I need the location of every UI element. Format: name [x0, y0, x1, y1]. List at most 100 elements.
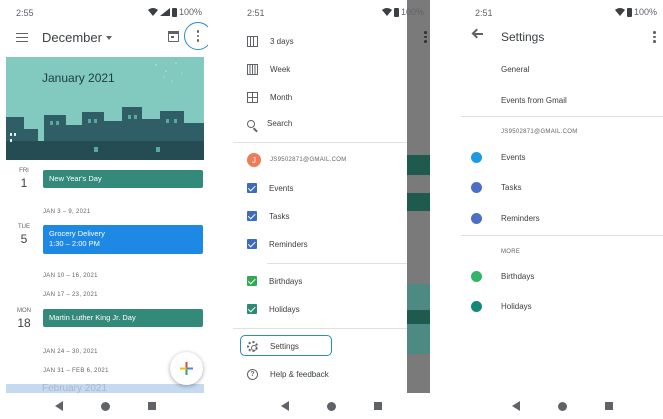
drawer-item-month[interactable]: Month [247, 92, 292, 103]
status-bar: 2:55 100% [2, 0, 208, 22]
calendar-toggle-holidays[interactable]: Holidays [247, 304, 300, 314]
drawer-item-help[interactable]: ? Help & feedback [247, 369, 329, 380]
event-mlk-day[interactable]: Martin Luther King Jr. Day [43, 309, 203, 327]
battery-percent: 100% [633, 7, 657, 17]
recents-icon[interactable] [374, 402, 382, 410]
month-selector[interactable]: December [42, 30, 112, 45]
event-title: Grocery Delivery [49, 229, 105, 238]
week-label: JAN 17 – 23, 2021 [43, 292, 98, 298]
back-icon[interactable] [281, 401, 289, 411]
home-icon[interactable] [100, 401, 110, 411]
home-icon[interactable] [327, 401, 336, 411]
status-time: 2:51 [475, 8, 493, 18]
banner-title: January 2021 [42, 71, 115, 85]
status-bar: 2:51 100% [461, 0, 663, 22]
day-number: 18 [17, 316, 31, 330]
system-nav-bar [233, 393, 430, 419]
checkbox-checked-icon[interactable] [247, 211, 257, 221]
day-of-week: FRI [19, 168, 29, 174]
settings-screen: 2:51 100% Settings General Events from G… [461, 0, 663, 419]
month-title: December [42, 30, 102, 45]
settings-general[interactable]: General [501, 65, 529, 74]
dimmed-background[interactable] [407, 0, 430, 419]
event-new-years-day[interactable]: New Year's Day [43, 170, 203, 188]
wifi-icon [614, 8, 625, 16]
status-time: 2:51 [247, 8, 265, 18]
day-of-week: TUE [18, 224, 30, 230]
divider [461, 235, 663, 236]
holidays-color-dot-icon [471, 301, 482, 312]
more-vert-icon[interactable] [653, 31, 656, 43]
account-email: JS9502871@GMAIL.COM [270, 157, 347, 163]
drawer-item-settings[interactable]: Settings [247, 341, 299, 352]
day-of-week: MON [17, 308, 31, 314]
week-label: JAN 10 – 16, 2021 [43, 273, 98, 279]
events-color-dot-icon [471, 152, 482, 163]
battery-icon [171, 7, 177, 17]
recents-icon[interactable] [147, 402, 156, 410]
hamburger-menu-icon[interactable] [16, 33, 28, 42]
calendar-toggle-reminders[interactable]: Reminders [247, 239, 308, 249]
week-label: JAN 3 – 9, 2021 [43, 209, 91, 215]
week-label: JAN 24 – 30, 2021 [43, 349, 98, 355]
system-nav-bar [2, 393, 208, 419]
checkbox-checked-icon[interactable] [247, 276, 257, 286]
month-view-icon [247, 92, 258, 103]
drawer-item-search[interactable]: Search [247, 119, 292, 128]
calendar-toggle-tasks[interactable]: Tasks [247, 211, 289, 221]
reminders-color-dot-icon [471, 213, 482, 224]
add-event-button[interactable] [170, 352, 203, 385]
three-days-icon [247, 36, 258, 47]
checkbox-checked-icon[interactable] [247, 183, 257, 193]
calendar-toggle-events[interactable]: Events [247, 183, 293, 193]
navigation-drawer-screen: 2:51 100% 3 days Week Month Search J JS9… [233, 0, 430, 419]
status-bar: 2:51 100% [233, 0, 430, 22]
today-calendar-icon[interactable] [168, 31, 179, 42]
day-number: 1 [20, 176, 28, 190]
event-grocery-delivery[interactable]: Grocery Delivery 1:30 – 2:00 PM [43, 225, 203, 254]
settings-reminders[interactable]: Reminders [501, 214, 540, 223]
battery-percent: 100% [178, 7, 202, 17]
divider [461, 116, 663, 117]
more-options-highlight[interactable] [184, 22, 208, 50]
week-view-icon [247, 64, 258, 75]
settings-events-from-gmail[interactable]: Events from Gmail [501, 96, 567, 105]
avatar: J [247, 153, 261, 167]
battery-percent: 100% [400, 7, 424, 17]
checkbox-checked-icon[interactable] [247, 304, 257, 314]
back-icon[interactable] [511, 401, 520, 411]
search-icon [247, 119, 255, 128]
recents-icon[interactable] [604, 402, 613, 410]
back-icon[interactable] [54, 401, 63, 411]
more-section-header: MORE [501, 249, 521, 255]
page-title: Settings [501, 30, 545, 44]
day-number: 5 [20, 232, 28, 246]
checkbox-checked-icon[interactable] [247, 239, 257, 249]
settings-holidays[interactable]: Holidays [501, 302, 532, 311]
birthdays-color-dot-icon [471, 271, 482, 282]
back-arrow-icon[interactable] [473, 33, 483, 35]
event-title: Martin Luther King Jr. Day [49, 313, 136, 322]
wifi-icon [147, 8, 158, 16]
navigation-drawer: 2:51 100% 3 days Week Month Search J JS9… [233, 0, 430, 419]
event-time: 1:30 – 2:00 PM [49, 238, 100, 248]
drawer-item-3-days[interactable]: 3 days [247, 36, 294, 47]
battery-icon [626, 7, 632, 17]
calendar-schedule-screen: 2:55 100% December January 2021 FRI 1 Ne… [2, 0, 208, 419]
event-title: New Year's Day [49, 174, 102, 183]
calendar-toggle-birthdays[interactable]: Birthdays [247, 276, 302, 286]
home-icon[interactable] [557, 401, 567, 411]
divider [267, 263, 407, 264]
week-label: JAN 31 – FEB 6, 2021 [43, 368, 109, 374]
add-plus-icon [180, 362, 193, 375]
signal-icon [159, 8, 170, 16]
settings-tasks[interactable]: Tasks [501, 183, 521, 192]
settings-events[interactable]: Events [501, 153, 525, 162]
divider [233, 328, 407, 329]
battery-icon [393, 7, 399, 17]
dropdown-arrow-icon [105, 35, 112, 40]
drawer-item-week[interactable]: Week [247, 64, 290, 75]
more-vert-icon[interactable] [196, 30, 199, 42]
settings-birthdays[interactable]: Birthdays [501, 272, 534, 281]
app-bar: December [2, 22, 208, 54]
